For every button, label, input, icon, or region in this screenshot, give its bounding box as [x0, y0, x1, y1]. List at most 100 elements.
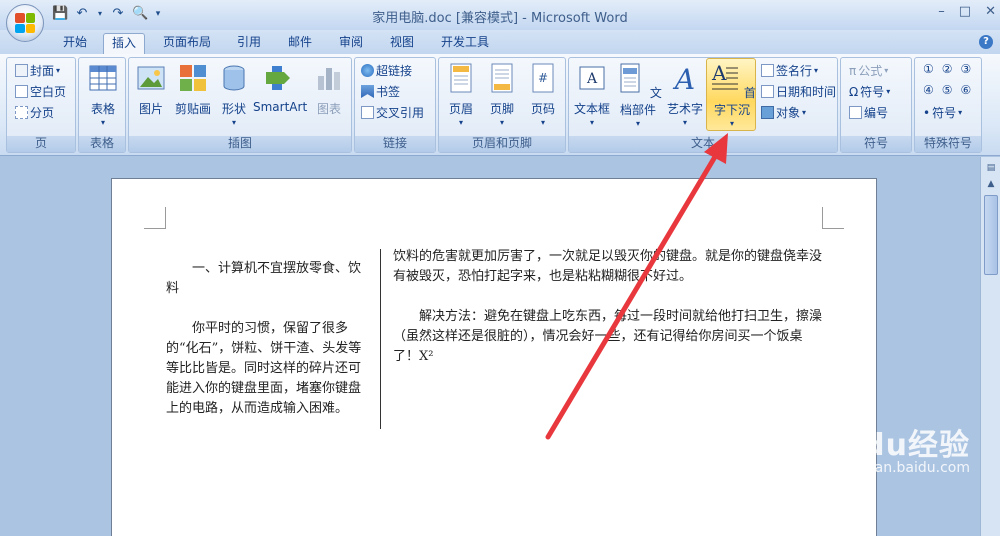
header-button[interactable]: 页眉 ▾ — [443, 60, 479, 127]
smartart-button[interactable]: SmartArt — [253, 60, 307, 114]
document-page[interactable]: 一、计算机不宜摆放零食、饮料 你平时的习惯，保留了很多的“化石”，饼粒、饼干渣、… — [111, 178, 877, 536]
group-special-symbols: ① ② ③ ④ ⑤ ⑥ • 符号 ▾ 特殊符号 — [914, 57, 982, 153]
chart-button[interactable]: 图表 — [311, 60, 347, 117]
numbering-button[interactable]: 编号 — [849, 104, 888, 121]
maximize-button[interactable]: □ — [959, 4, 971, 19]
bullet-icon: • — [923, 105, 931, 120]
drop-cap-button[interactable]: A 首字下沉 ▾ — [706, 60, 758, 128]
clip-art-button[interactable]: 剪贴画 — [173, 60, 213, 117]
document-area: 一、计算机不宜摆放零食、饮料 你平时的习惯，保留了很多的“化石”，饼粒、饼干渣、… — [0, 157, 980, 536]
smartart-icon — [266, 66, 290, 90]
signature-line-button[interactable]: 签名行 ▾ — [761, 62, 818, 79]
group-illustrations: 图片 剪贴画 形状 ▾ SmartArt 图表 插图 — [128, 57, 352, 153]
circled-2-button[interactable]: ② — [942, 62, 953, 76]
page-number-icon: # — [532, 63, 554, 93]
numbering-icon — [849, 106, 862, 119]
column-separator — [380, 249, 381, 429]
tab-mailings[interactable]: 邮件 — [283, 33, 317, 54]
picture-button[interactable]: 图片 — [133, 60, 169, 117]
group-header-footer: 页眉 ▾ 页脚 ▾ # 页码 ▾ 页眉和页脚 — [438, 57, 566, 153]
hyperlink-icon — [361, 64, 374, 77]
col2-paragraph-2: 解决方法：避免在键盘上吃东西，每过一段时间就给他打扫卫生，擦澡（虽然这样还是很脏… — [393, 309, 823, 364]
col1-heading: 一、计算机不宜摆放零食、饮料 — [166, 261, 362, 296]
signature-line-icon — [761, 64, 774, 77]
ruler-toggle-icon[interactable]: ▤ — [984, 163, 998, 175]
bookmark-icon — [361, 85, 374, 98]
svg-text:A: A — [711, 62, 727, 85]
margin-corner-top-left — [144, 207, 166, 229]
circled-3-button[interactable]: ③ — [961, 62, 972, 76]
bookmark-button[interactable]: 书签 — [361, 83, 400, 100]
tab-page-layout[interactable]: 页面布局 — [158, 33, 216, 54]
help-icon[interactable]: ? — [979, 35, 993, 49]
equation-button[interactable]: π 公式 ▾ — [849, 62, 888, 79]
group-label-links: 链接 — [355, 136, 435, 152]
group-links: 超链接 书签 交叉引用 链接 — [354, 57, 436, 153]
blank-page-icon — [15, 85, 28, 98]
group-tables: 表格 ▾ 表格 — [78, 57, 126, 153]
tab-review[interactable]: 审阅 — [334, 33, 368, 54]
date-time-icon — [761, 85, 774, 98]
cover-page-icon — [15, 64, 28, 77]
text-box-icon: A — [579, 66, 605, 90]
wordart-button[interactable]: A 艺术字 ▾ — [665, 60, 705, 127]
drop-cap-icon: A — [711, 61, 739, 90]
office-logo-icon — [15, 13, 35, 33]
tab-home[interactable]: 开始 — [58, 33, 92, 54]
svg-text:A: A — [672, 63, 695, 94]
office-button[interactable] — [6, 4, 44, 42]
minimize-button[interactable]: – — [938, 4, 945, 19]
tab-developer[interactable]: 开发工具 — [436, 33, 494, 54]
baidu-watermark: Baidu经验 jingyan.baidu.com — [807, 420, 970, 476]
vertical-scrollbar[interactable]: ▤ ▲ — [980, 157, 1000, 536]
group-symbols: π 公式 ▾ Ω 符号 ▾ 编号 符号 — [840, 57, 912, 153]
group-text: A 文本框 ▾ 文档部件 ▾ A 艺术字 ▾ A 首字下沉 ▾ 签名行 ▾ 日期和时间 对… — [568, 57, 838, 153]
group-pages: 封面 ▾ 空白页 分页 页 — [6, 57, 76, 153]
text-box-button[interactable]: A 文本框 ▾ — [573, 60, 611, 127]
blank-page-button[interactable]: 空白页 — [15, 83, 66, 100]
ribbon-tabs: 开始 插入 页面布局 引用 邮件 审阅 视图 开发工具 — [0, 30, 1000, 54]
tab-references[interactable]: 引用 — [232, 33, 266, 54]
column-2-text[interactable]: 饮料的危害就更加厉害了，一次就足以毁灭你的键盘。就是你的键盘侥幸没有被毁灭，恐怕… — [393, 247, 825, 367]
group-label-text: 文本 — [569, 136, 837, 152]
special-symbol-button[interactable]: • 符号 ▾ — [923, 104, 962, 121]
circled-1-button[interactable]: ① — [923, 62, 934, 76]
circled-4-button[interactable]: ④ — [923, 83, 934, 97]
page-break-icon — [15, 106, 28, 119]
footer-button[interactable]: 页脚 ▾ — [484, 60, 520, 127]
group-label-pages: 页 — [7, 136, 75, 152]
quick-parts-button[interactable]: 文档部件 ▾ — [613, 60, 663, 128]
shapes-icon — [223, 65, 245, 91]
cover-page-button[interactable]: 封面 ▾ — [15, 62, 60, 79]
circled-5-button[interactable]: ⑤ — [942, 83, 953, 97]
tab-insert[interactable]: 插入 — [103, 33, 145, 54]
omega-icon: Ω — [849, 84, 859, 99]
group-label-illustrations: 插图 — [129, 136, 351, 152]
picture-icon — [137, 66, 165, 90]
object-button[interactable]: 对象 ▾ — [761, 104, 806, 121]
svg-text:#: # — [538, 71, 548, 85]
special-symbols-row1: ① ② ③ — [923, 62, 971, 76]
group-label-special-symbols: 特殊符号 — [915, 136, 981, 152]
window-title: 家用电脑.doc [兼容模式] - Microsoft Word — [372, 11, 628, 26]
margin-corner-top-right — [822, 207, 844, 229]
equation-icon: π — [849, 63, 857, 78]
hyperlink-button[interactable]: 超链接 — [361, 62, 412, 79]
page-number-button[interactable]: # 页码 ▾ — [525, 60, 561, 127]
col2-paragraph-1: 饮料的危害就更加厉害了，一次就足以毁灭你的键盘。就是你的键盘侥幸没有被毁灭，恐怕… — [393, 249, 823, 284]
close-button[interactable]: ✕ — [985, 4, 996, 19]
window-controls: – □ ✕ — [938, 4, 996, 19]
column-1-text[interactable]: 一、计算机不宜摆放零食、饮料 你平时的习惯，保留了很多的“化石”，饼粒、饼干渣、… — [166, 259, 368, 419]
date-time-button[interactable]: 日期和时间 — [761, 83, 836, 100]
cross-reference-button[interactable]: 交叉引用 — [361, 104, 424, 121]
circled-6-button[interactable]: ⑥ — [961, 83, 972, 97]
page-break-button[interactable]: 分页 — [15, 104, 54, 121]
cross-reference-icon — [361, 106, 374, 119]
scrollbar-thumb[interactable] — [984, 195, 998, 275]
symbol-button[interactable]: Ω 符号 ▾ — [849, 83, 890, 100]
scroll-up-icon[interactable]: ▲ — [984, 179, 998, 191]
tab-view[interactable]: 视图 — [385, 33, 419, 54]
table-button[interactable]: 表格 ▾ — [85, 60, 121, 127]
svg-text:A: A — [586, 71, 598, 87]
shapes-button[interactable]: 形状 ▾ — [217, 60, 251, 127]
